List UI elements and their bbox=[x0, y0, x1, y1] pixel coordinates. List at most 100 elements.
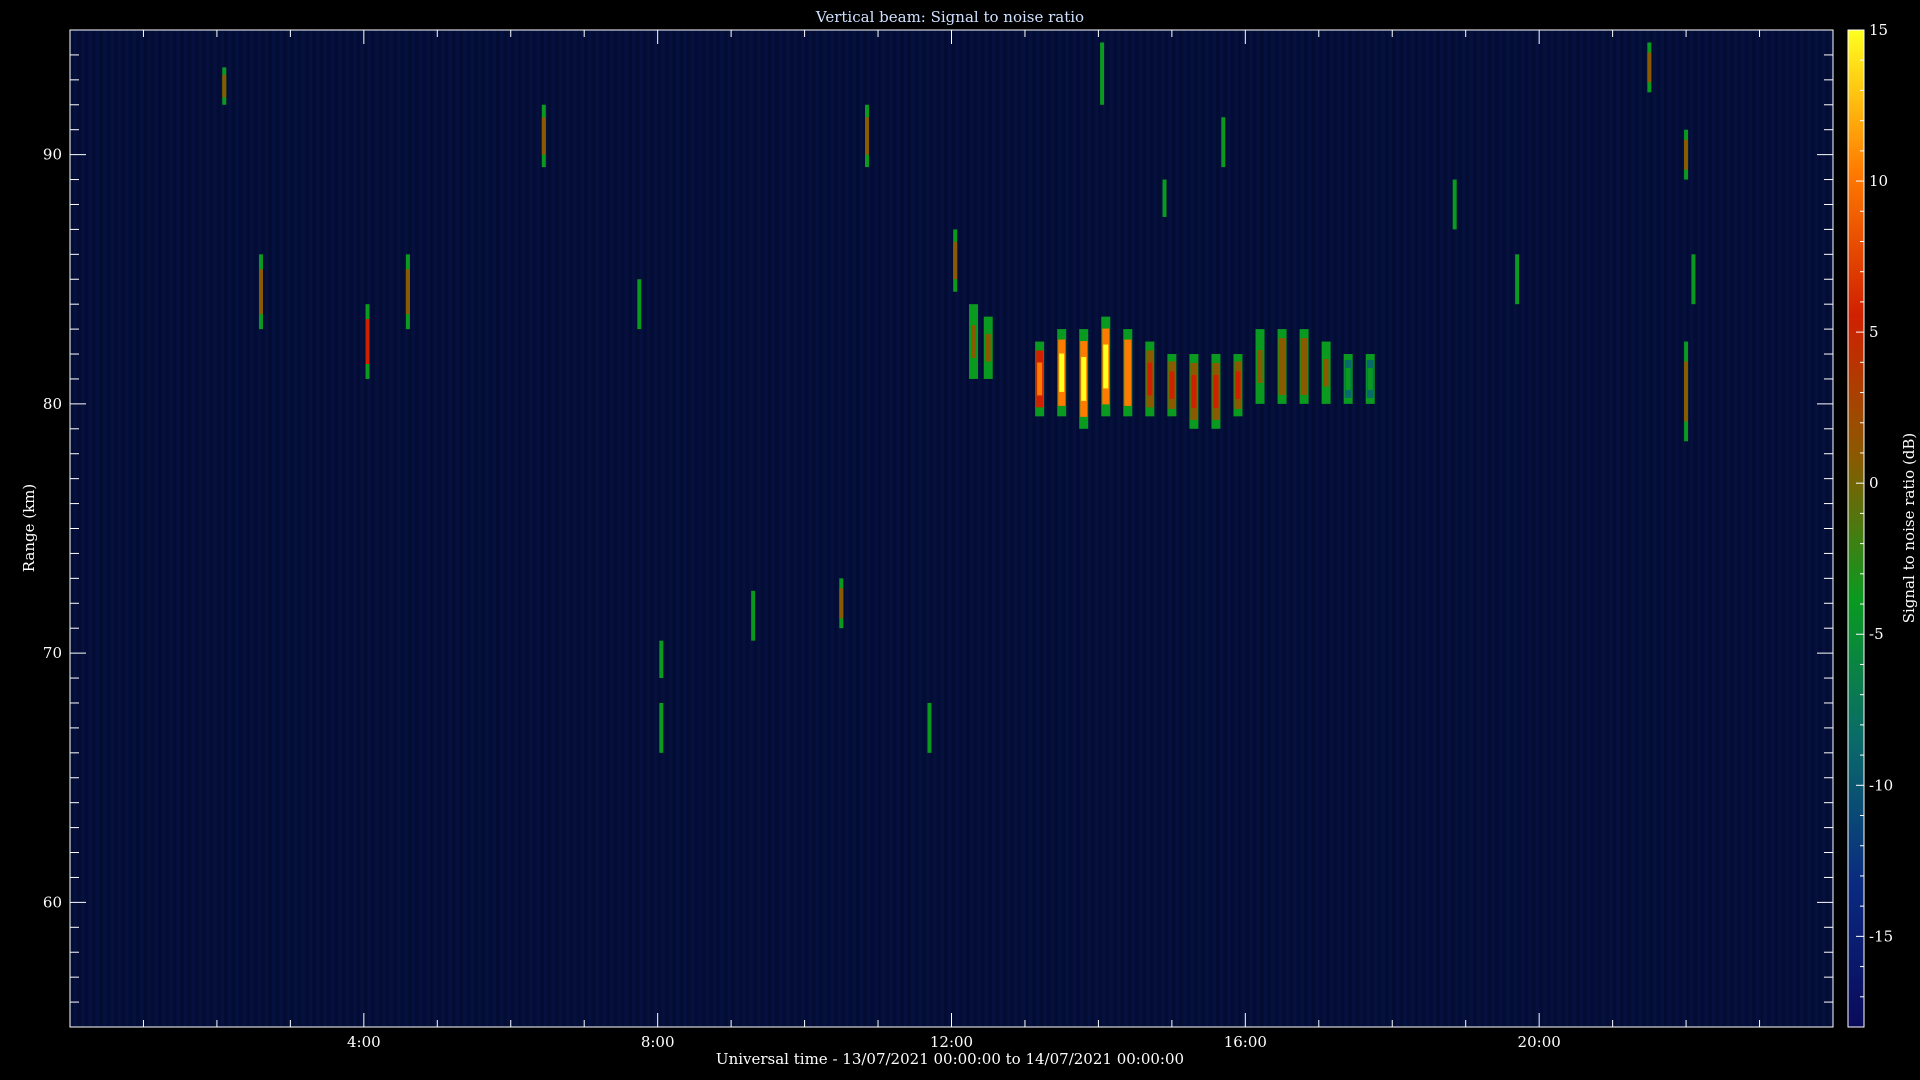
noise-stripe bbox=[1796, 30, 1800, 1027]
sporadic-echo-core bbox=[1684, 139, 1689, 170]
noise-stripe bbox=[356, 30, 361, 1027]
noise-stripe bbox=[782, 30, 787, 1027]
colorbar-tick-label: -10 bbox=[1869, 776, 1893, 794]
noise-stripe bbox=[1113, 30, 1117, 1027]
noise-stripe bbox=[253, 30, 258, 1027]
noise-stripe bbox=[1458, 30, 1463, 1027]
noise-stripe bbox=[1671, 30, 1676, 1027]
echo-column-core bbox=[985, 334, 991, 362]
noise-stripe bbox=[121, 30, 126, 1027]
noise-stripe bbox=[591, 30, 596, 1027]
noise-stripe bbox=[826, 30, 831, 1027]
noise-stripe bbox=[1634, 30, 1639, 1027]
noise-stripe bbox=[1274, 30, 1279, 1027]
noise-stripe bbox=[1237, 30, 1242, 1027]
sporadic-echo-edge bbox=[927, 702, 932, 753]
noise-stripe bbox=[187, 30, 192, 1027]
echo-column-core bbox=[1345, 367, 1351, 390]
echo-column-core bbox=[1323, 359, 1329, 387]
colorbar: 15 10 5 0 -5 -10 -15 bbox=[1847, 21, 1893, 1028]
noise-stripe bbox=[1656, 30, 1661, 1027]
noise-stripe bbox=[1715, 30, 1720, 1027]
noise-stripe bbox=[1061, 30, 1066, 1027]
noise-stripe bbox=[92, 30, 96, 1027]
colorbar-tick-label: -5 bbox=[1869, 625, 1884, 643]
sporadic-echo-edge bbox=[1691, 254, 1696, 305]
noise-stripe bbox=[973, 30, 978, 1027]
echo-column-core bbox=[1169, 371, 1175, 399]
noise-stripe bbox=[775, 30, 779, 1027]
noise-stripe bbox=[363, 30, 368, 1027]
noise-stripe bbox=[1730, 30, 1734, 1027]
noise-stripe bbox=[1267, 30, 1272, 1027]
noise-stripe bbox=[532, 30, 537, 1027]
noise-stripe bbox=[194, 30, 199, 1027]
colorbar-tick-label: 10 bbox=[1869, 172, 1888, 190]
noise-stripe bbox=[1179, 30, 1183, 1027]
noise-stripe bbox=[297, 30, 302, 1027]
echo-column-core bbox=[1081, 357, 1087, 401]
noise-stripe bbox=[1642, 30, 1646, 1027]
noise-stripe bbox=[525, 30, 530, 1027]
noise-stripe bbox=[1590, 30, 1595, 1027]
noise-stripe bbox=[1282, 30, 1286, 1027]
noise-stripe bbox=[1744, 30, 1749, 1027]
noise-stripe bbox=[1201, 30, 1205, 1027]
sporadic-echo-edge bbox=[751, 590, 756, 641]
echo-column-core bbox=[1213, 374, 1219, 408]
noise-stripe bbox=[1010, 30, 1014, 1027]
noise-stripe bbox=[1436, 30, 1440, 1027]
noise-stripe bbox=[1509, 30, 1514, 1027]
noise-stripe bbox=[1083, 30, 1088, 1027]
noise-stripe bbox=[1362, 30, 1367, 1027]
echo-column-core bbox=[1279, 350, 1285, 383]
noise-stripe bbox=[312, 30, 317, 1027]
sporadic-echo-core bbox=[1647, 52, 1652, 83]
sporadic-echo-core bbox=[541, 117, 546, 155]
colorbar-label: Signal to noise ratio (dB) bbox=[1900, 433, 1918, 624]
echo-column-core bbox=[1367, 367, 1373, 390]
noise-stripe bbox=[878, 30, 882, 1027]
noise-stripe bbox=[1326, 30, 1330, 1027]
noise-stripe bbox=[1597, 30, 1602, 1027]
noise-stripe bbox=[114, 30, 118, 1027]
noise-stripe bbox=[1414, 30, 1418, 1027]
echo-column-core bbox=[1059, 353, 1065, 392]
echo-column-core bbox=[1257, 350, 1263, 383]
sporadic-echo-edge bbox=[1162, 179, 1167, 217]
noise-stripe bbox=[562, 30, 566, 1027]
noise-stripe bbox=[496, 30, 500, 1027]
y-tick-label: 60 bbox=[43, 893, 62, 911]
noise-stripe bbox=[870, 30, 875, 1027]
noise-stripe bbox=[848, 30, 853, 1027]
noise-stripe bbox=[209, 30, 214, 1027]
noise-stripe bbox=[731, 30, 735, 1027]
noise-stripe bbox=[1127, 30, 1132, 1027]
noise-stripe bbox=[1421, 30, 1426, 1027]
noise-stripe bbox=[84, 30, 89, 1027]
x-tick-label: 16:00 bbox=[1224, 1033, 1267, 1051]
noise-stripe bbox=[1002, 30, 1007, 1027]
noise-stripe bbox=[760, 30, 765, 1027]
echo-column-core bbox=[1147, 362, 1153, 396]
noise-stripe bbox=[1561, 30, 1565, 1027]
noise-stripe bbox=[1803, 30, 1808, 1027]
noise-stripe bbox=[290, 30, 295, 1027]
sporadic-echo-edge bbox=[1221, 117, 1226, 168]
noise-stripe bbox=[437, 30, 441, 1027]
noise-stripe bbox=[349, 30, 353, 1027]
echo-column-core bbox=[1125, 353, 1131, 392]
noise-stripe bbox=[466, 30, 471, 1027]
noise-stripe bbox=[863, 30, 868, 1027]
noise-stripe bbox=[334, 30, 339, 1027]
noise-stripe bbox=[1583, 30, 1587, 1027]
noise-stripe bbox=[1605, 30, 1609, 1027]
noise-stripe bbox=[797, 30, 801, 1027]
noise-stripe bbox=[429, 30, 434, 1027]
noise-stripe bbox=[393, 30, 397, 1027]
noise-stripe bbox=[1377, 30, 1382, 1027]
echo-column-core bbox=[1037, 362, 1043, 396]
noise-stripe bbox=[319, 30, 324, 1027]
noise-stripe bbox=[106, 30, 111, 1027]
noise-stripe bbox=[1818, 30, 1822, 1027]
